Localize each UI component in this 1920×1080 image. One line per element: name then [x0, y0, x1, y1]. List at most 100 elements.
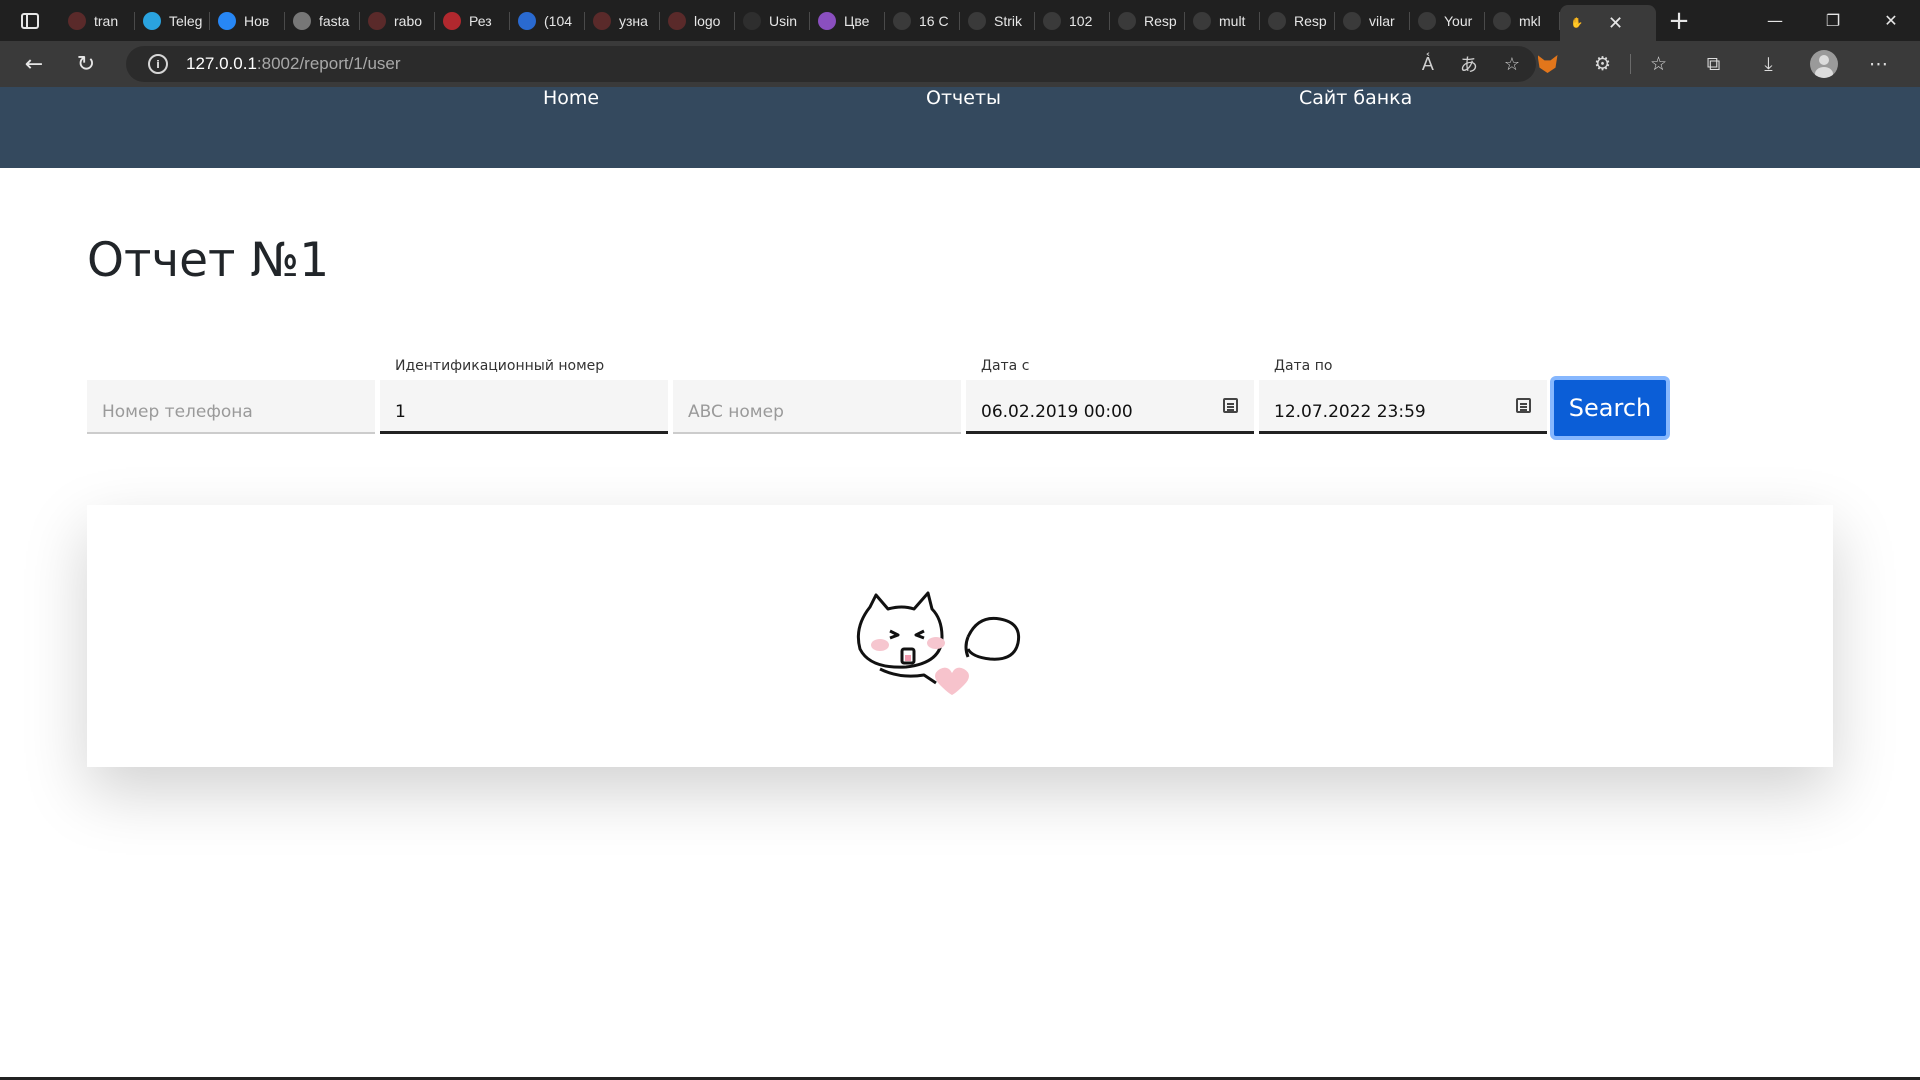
browser-tab[interactable]: Usin [735, 0, 810, 41]
collections-icon[interactable]: ⧉ [1686, 41, 1741, 87]
tab-title: mkl [1519, 12, 1541, 29]
tab-title: Strik [994, 12, 1022, 29]
date-to-input[interactable] [1259, 380, 1547, 431]
translate-icon[interactable]: あ [1460, 51, 1478, 77]
tab-title: mult [1219, 12, 1246, 29]
minimize-button[interactable]: — [1746, 0, 1804, 41]
tab-title: 102 [1069, 12, 1093, 29]
date-to-field [1259, 380, 1547, 434]
browser-tab[interactable]: tran [60, 0, 135, 41]
nav-reports-link[interactable]: Отчеты [926, 87, 1001, 168]
openai-icon [1268, 11, 1286, 30]
abc-number-input[interactable] [673, 380, 961, 432]
tab-list: tran Teleg Нов fasta rabo Рез (104 узна logo Usin… [60, 0, 1560, 41]
tab-title: (104 [544, 12, 573, 29]
tab-title: Usin [769, 12, 798, 29]
abc-number-field [673, 380, 961, 434]
tab-title: Resp [1144, 12, 1177, 29]
browser-tab[interactable]: 102 [1035, 0, 1110, 41]
tab-title: Нов [244, 12, 270, 29]
read-aloud-icon[interactable]: A᷾ [1422, 54, 1434, 75]
date-from-input[interactable] [966, 380, 1254, 431]
tab-title: vilar [1369, 12, 1395, 29]
browser-tab[interactable]: Strik [960, 0, 1035, 41]
extensions-icon[interactable]: ⚙ [1575, 41, 1630, 87]
phone-input[interactable] [87, 380, 375, 432]
close-window-button[interactable]: ✕ [1862, 0, 1920, 41]
calendar-icon[interactable] [1223, 398, 1238, 413]
profile-button[interactable] [1796, 41, 1851, 87]
browser-tab[interactable]: Нов [210, 0, 285, 41]
close-tab-icon[interactable]: ✕ [1608, 13, 1623, 34]
browser-tab[interactable]: Your [1410, 0, 1485, 41]
browser-tab[interactable]: vilar [1335, 0, 1410, 41]
telegram-icon [143, 11, 161, 30]
metamask-extension-icon[interactable] [1520, 41, 1575, 87]
mail-icon [518, 11, 536, 30]
favorites-icon[interactable]: ☆ [1631, 41, 1686, 87]
openai-icon [1118, 11, 1136, 30]
tab-title: Цве [844, 12, 870, 29]
browser-tab[interactable]: logo [660, 0, 735, 41]
add-favorite-icon[interactable]: ☆ [1504, 54, 1520, 75]
reload-button[interactable]: ↻ [60, 41, 112, 87]
address-bar[interactable]: i 127.0.0.1:8002/report/1/user A᷾ あ ☆ [126, 46, 1536, 82]
github-icon [1418, 11, 1436, 30]
nav-home-link[interactable]: Home [543, 87, 599, 168]
browser-tab[interactable]: (104 [510, 0, 585, 41]
browser-tab-strip: tran Teleg Нов fasta rabo Рез (104 узна logo Usin… [0, 0, 1920, 41]
url-text: 127.0.0.1:8002/report/1/user [186, 54, 401, 73]
django-icon [743, 11, 761, 30]
tab-title: logo [694, 12, 721, 29]
search-button[interactable]: Search [1550, 376, 1670, 440]
browser-tab[interactable]: mult [1185, 0, 1260, 41]
tab-title: Teleg [169, 12, 203, 29]
tab-title: rabo [394, 12, 423, 29]
yandex-icon [593, 11, 611, 30]
browser-tab[interactable]: Цве [810, 0, 885, 41]
tab-title: tran [94, 12, 119, 29]
page-title: Отчет №1 [87, 233, 330, 288]
f-icon [893, 11, 911, 30]
r-icon [443, 11, 461, 30]
openai-icon [1193, 11, 1211, 30]
browser-tab[interactable]: fasta [285, 0, 360, 41]
settings-menu-icon[interactable]: ⋯ [1851, 41, 1906, 87]
tab-active[interactable]: ✋ ✕ [1560, 5, 1656, 41]
github-icon [1493, 11, 1511, 30]
tab-title: Resp [1294, 12, 1327, 29]
browser-tab[interactable]: 16 С [885, 0, 960, 41]
restore-button[interactable]: ❐ [1804, 0, 1862, 41]
openai-icon [968, 11, 986, 30]
back-button[interactable]: ← [8, 41, 60, 87]
browser-tab[interactable]: Рез [435, 0, 510, 41]
loading-cat-icon [856, 591, 1021, 695]
browser-tab[interactable]: Resp [1260, 0, 1335, 41]
date-to-label: Дата по [1274, 358, 1333, 374]
id-number-input[interactable] [380, 380, 668, 431]
browser-tab[interactable]: mkl [1485, 0, 1560, 41]
calendar-icon[interactable] [1516, 398, 1531, 413]
phone-field [87, 380, 375, 434]
avatar [1809, 50, 1838, 78]
current-page-icon: ✋ [1568, 14, 1586, 32]
tab-title: узна [619, 12, 648, 29]
downloads-icon[interactable]: ⤓ [1741, 41, 1796, 87]
site-info-icon[interactable]: i [148, 54, 168, 74]
generic-site-icon [293, 11, 311, 30]
tab-actions-icon [21, 12, 39, 29]
tab-title: Рез [469, 12, 492, 29]
yandex-icon [668, 11, 686, 30]
browser-tab[interactable]: Resp [1110, 0, 1185, 41]
browser-tab[interactable]: rabo [360, 0, 435, 41]
tab-actions-button[interactable] [0, 0, 60, 41]
site-navbar: Home Отчеты Сайт банка [0, 87, 1920, 168]
new-tab-button[interactable]: + [1656, 6, 1702, 36]
date-from-field [966, 380, 1254, 434]
tab-title: 16 С [919, 12, 949, 29]
browser-tab[interactable]: Teleg [135, 0, 210, 41]
vk-icon [218, 11, 236, 30]
nav-bank-site-link[interactable]: Сайт банка [1299, 87, 1412, 168]
id-number-label: Идентификационный номер [395, 358, 605, 374]
browser-tab[interactable]: узна [585, 0, 660, 41]
